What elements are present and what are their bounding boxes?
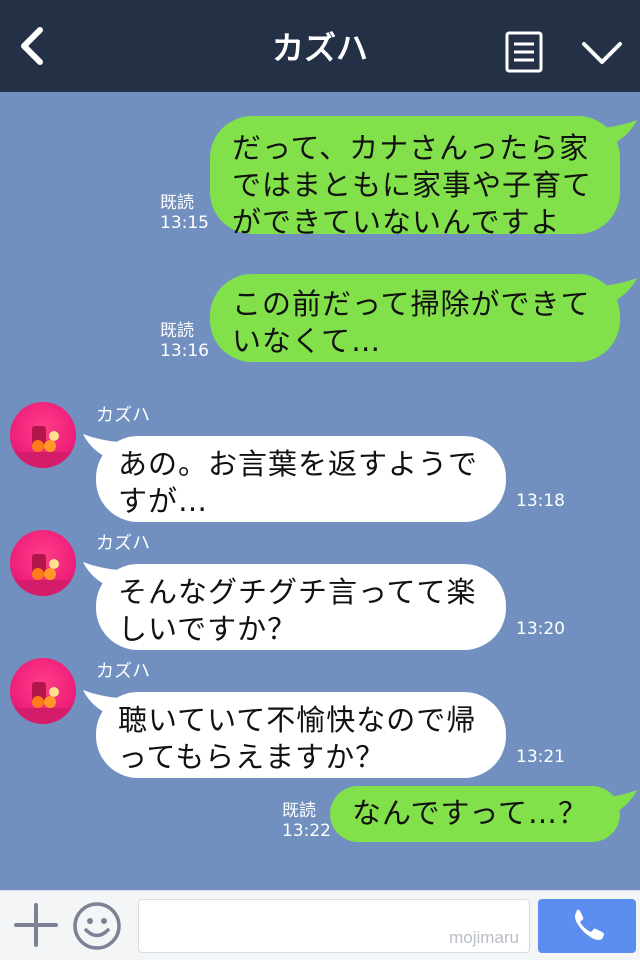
sender-name: カズハ	[96, 661, 150, 682]
drink-photo-icon	[10, 426, 76, 468]
message-line: ができていないんですよ	[232, 205, 561, 239]
read-receipt: 既読	[160, 321, 194, 341]
chat-title: カズハ	[271, 29, 368, 67]
message-line: ってもらえますか？	[118, 740, 386, 774]
notes-button[interactable]	[504, 30, 544, 74]
chevron-left-icon	[21, 27, 43, 65]
phone-icon	[575, 909, 604, 940]
message-line: なんですって…？	[352, 796, 588, 830]
chat-header: カズハ	[0, 0, 640, 92]
message-time: 13:16	[160, 341, 209, 361]
avatar[interactable]	[10, 402, 76, 468]
their-message-bubble[interactable]: そんなグチグチ言ってて楽 しいですか？	[96, 564, 506, 650]
bubble-tail	[602, 278, 637, 304]
sender-name: カズハ	[96, 533, 150, 554]
bubble-tail	[602, 790, 637, 816]
bubble-tail	[602, 120, 637, 146]
my-message-bubble[interactable]: この前だって掃除ができて いなくて…	[210, 274, 620, 362]
call-button[interactable]	[538, 899, 636, 953]
drink-photo-icon	[10, 682, 76, 724]
bubble-tail	[83, 690, 118, 716]
their-message-bubble[interactable]: あの。お言葉を返すようで すが…	[96, 436, 506, 522]
message-line: だって、カナさんったら家	[232, 131, 590, 165]
avatar[interactable]	[10, 658, 76, 724]
message-time: 13:21	[516, 747, 565, 767]
message-time: 13:20	[516, 619, 565, 639]
message-input[interactable]: mojimaru	[138, 899, 530, 953]
read-receipt: 既読	[282, 801, 316, 821]
chevron-down-icon	[582, 42, 622, 64]
notes-icon	[505, 31, 543, 73]
message-line: 聴いていて不愉快なので帰	[118, 703, 477, 737]
drink-photo-icon	[10, 554, 76, 596]
message-time: 13:22	[282, 821, 331, 841]
my-message-bubble[interactable]: だって、カナさんったら家 ではまともに家事や子育て ができていないんですよ	[210, 116, 620, 239]
message-line: そんなグチグチ言ってて楽	[118, 575, 477, 609]
read-receipt: 既読	[160, 193, 194, 213]
emoji-button[interactable]	[72, 901, 122, 951]
message-line: この前だって掃除ができて	[232, 287, 591, 321]
back-button[interactable]	[10, 22, 58, 70]
plus-icon	[14, 903, 58, 947]
message-time: 13:15	[160, 213, 209, 233]
message-line: すが…	[118, 484, 209, 518]
message-line: いなくて…	[232, 324, 382, 358]
message-line: ではまともに家事や子育て	[232, 168, 593, 202]
chat-input-bar: mojimaru	[0, 890, 640, 960]
bubble-tail	[83, 562, 118, 588]
chat-area[interactable]: だって、カナさんったら家 ではまともに家事や子育て ができていないんですよ 既読…	[0, 92, 640, 890]
message-line: あの。お言葉を返すようで	[118, 447, 479, 481]
add-attachment-button[interactable]	[12, 901, 60, 949]
smiley-icon	[73, 902, 121, 950]
avatar[interactable]	[10, 530, 76, 596]
watermark-text: mojimaru	[449, 928, 519, 947]
sender-name: カズハ	[96, 405, 150, 426]
bubble-tail	[83, 434, 118, 460]
my-message-bubble[interactable]: なんですって…？	[330, 786, 620, 842]
message-line: しいですか？	[118, 612, 298, 646]
menu-toggle-button[interactable]	[578, 36, 626, 72]
message-time: 13:18	[516, 491, 565, 511]
their-message-bubble[interactable]: 聴いていて不愉快なので帰 ってもらえますか？	[96, 692, 506, 778]
